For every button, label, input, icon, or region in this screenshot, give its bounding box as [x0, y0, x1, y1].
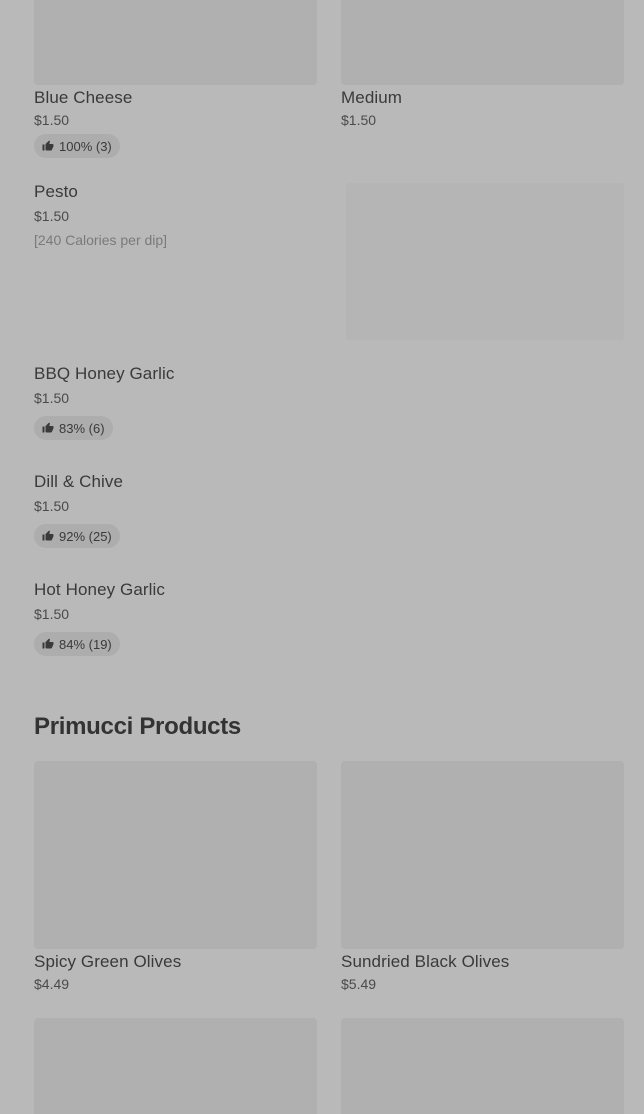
product-image-next-left[interactable]: [34, 1018, 317, 1114]
item-image-blue-cheese[interactable]: [34, 0, 317, 85]
item-name: Medium: [341, 88, 403, 107]
thumbs-up-icon: [42, 422, 54, 433]
product-image[interactable]: [34, 761, 317, 949]
thumbs-up-icon: [42, 140, 54, 151]
rating-text: 92% (25): [59, 528, 112, 544]
rating-text: 100% (3): [59, 138, 112, 154]
item-price: $1.50: [341, 112, 377, 128]
rating-text: 83% (6): [59, 420, 105, 436]
item-price: $1.50: [34, 498, 70, 514]
item-name: Pesto: [34, 182, 78, 201]
item-name: BBQ Honey Garlic: [34, 364, 175, 383]
rating-badge: 92% (25): [34, 524, 120, 548]
product-name: Sundried Black Olives: [341, 952, 510, 971]
item-image-medium[interactable]: [341, 0, 624, 85]
product-image[interactable]: [341, 761, 624, 949]
item-price: $1.50: [34, 606, 70, 622]
item-price: $1.50: [34, 208, 70, 224]
section-title: Primucci Products: [34, 713, 241, 740]
product-name: Spicy Green Olives: [34, 952, 182, 971]
rating-text: 84% (19): [59, 636, 112, 652]
item-image-pesto[interactable]: [346, 183, 624, 340]
item-name: Hot Honey Garlic: [34, 580, 166, 599]
product-price: $5.49: [341, 976, 377, 992]
thumbs-up-icon: [42, 530, 54, 541]
rating-badge: 100% (3): [34, 134, 120, 158]
rating-badge: 83% (6): [34, 416, 113, 440]
item-name: Blue Cheese: [34, 88, 133, 107]
item-price: $1.50: [34, 390, 70, 406]
product-image-next-right[interactable]: [341, 1018, 624, 1114]
rating-badge: 84% (19): [34, 632, 120, 656]
product-price: $4.49: [34, 976, 70, 992]
thumbs-up-icon: [42, 638, 54, 649]
item-calories: [240 Calories per dip]: [34, 232, 168, 248]
item-name: Dill & Chive: [34, 472, 124, 491]
item-price: $1.50: [34, 112, 70, 128]
